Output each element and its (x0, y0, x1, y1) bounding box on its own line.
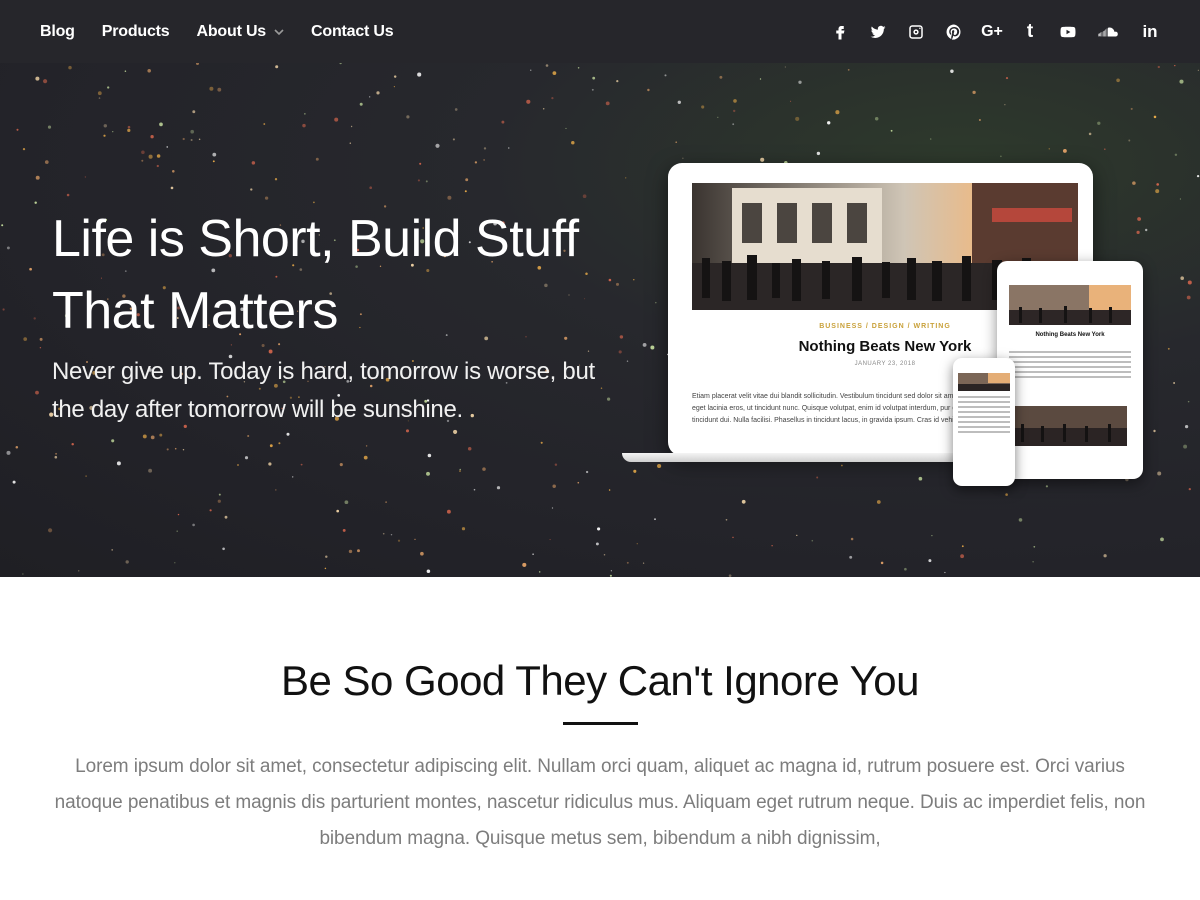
twitter-icon[interactable] (868, 22, 888, 42)
nav-item-label: Products (101, 22, 170, 40)
chevron-down-icon (274, 28, 284, 35)
text-placeholder (958, 396, 1010, 436)
section-title: Be So Good They Can't Ignore You (280, 657, 920, 704)
top-navigation: Blog Products About Us Contact Us G+ t i… (0, 0, 1200, 63)
soundcloud-icon[interactable] (1096, 22, 1122, 42)
nav-item-label: Blog (40, 22, 75, 40)
tablet-post-title: Nothing Beats New York (1035, 332, 1105, 338)
title-divider (563, 722, 638, 725)
youtube-icon[interactable] (1058, 22, 1078, 42)
nav-item-blog[interactable]: Blog (40, 23, 75, 41)
hero-subtitle: Never give up. Today is hard, tomorrow i… (52, 358, 595, 423)
nav-item-about-us[interactable]: About Us (197, 23, 285, 41)
street-photo (1009, 285, 1131, 325)
post-excerpt: Etiam placerat velit vitae dui blandit s… (692, 393, 987, 424)
text-placeholder (1009, 351, 1131, 381)
hero-section: Life is Short, Build Stuff That Matters … (0, 63, 1200, 577)
street-photo (958, 373, 1010, 391)
nav-item-contact-us[interactable]: Contact Us (311, 22, 394, 41)
nav-item-label: About Us (196, 22, 267, 40)
social-links: G+ t in (830, 21, 1160, 42)
intro-section: Be So Good They Can't Ignore You Lorem i… (0, 577, 1200, 900)
google-plus-icon[interactable]: G+ (981, 22, 1003, 42)
phone-mockup (953, 358, 1015, 486)
instagram-icon[interactable] (906, 22, 926, 42)
tumblr-icon[interactable]: t (1020, 21, 1040, 42)
nav-item-label: Contact Us (311, 22, 394, 40)
linkedin-icon[interactable]: in (1140, 22, 1160, 42)
facebook-icon[interactable] (830, 22, 850, 42)
street-photo (1013, 406, 1127, 446)
hero-title: Life is Short, Build Stuff That Matters (52, 210, 579, 340)
tablet-mockup: Nothing Beats New York (997, 261, 1143, 479)
main-menu: Blog Products About Us Contact Us (40, 22, 394, 41)
nav-item-products[interactable]: Products (102, 23, 170, 41)
section-body: Lorem ipsum dolor sit amet, consectetur … (54, 756, 1146, 849)
pinterest-icon[interactable] (944, 22, 964, 42)
